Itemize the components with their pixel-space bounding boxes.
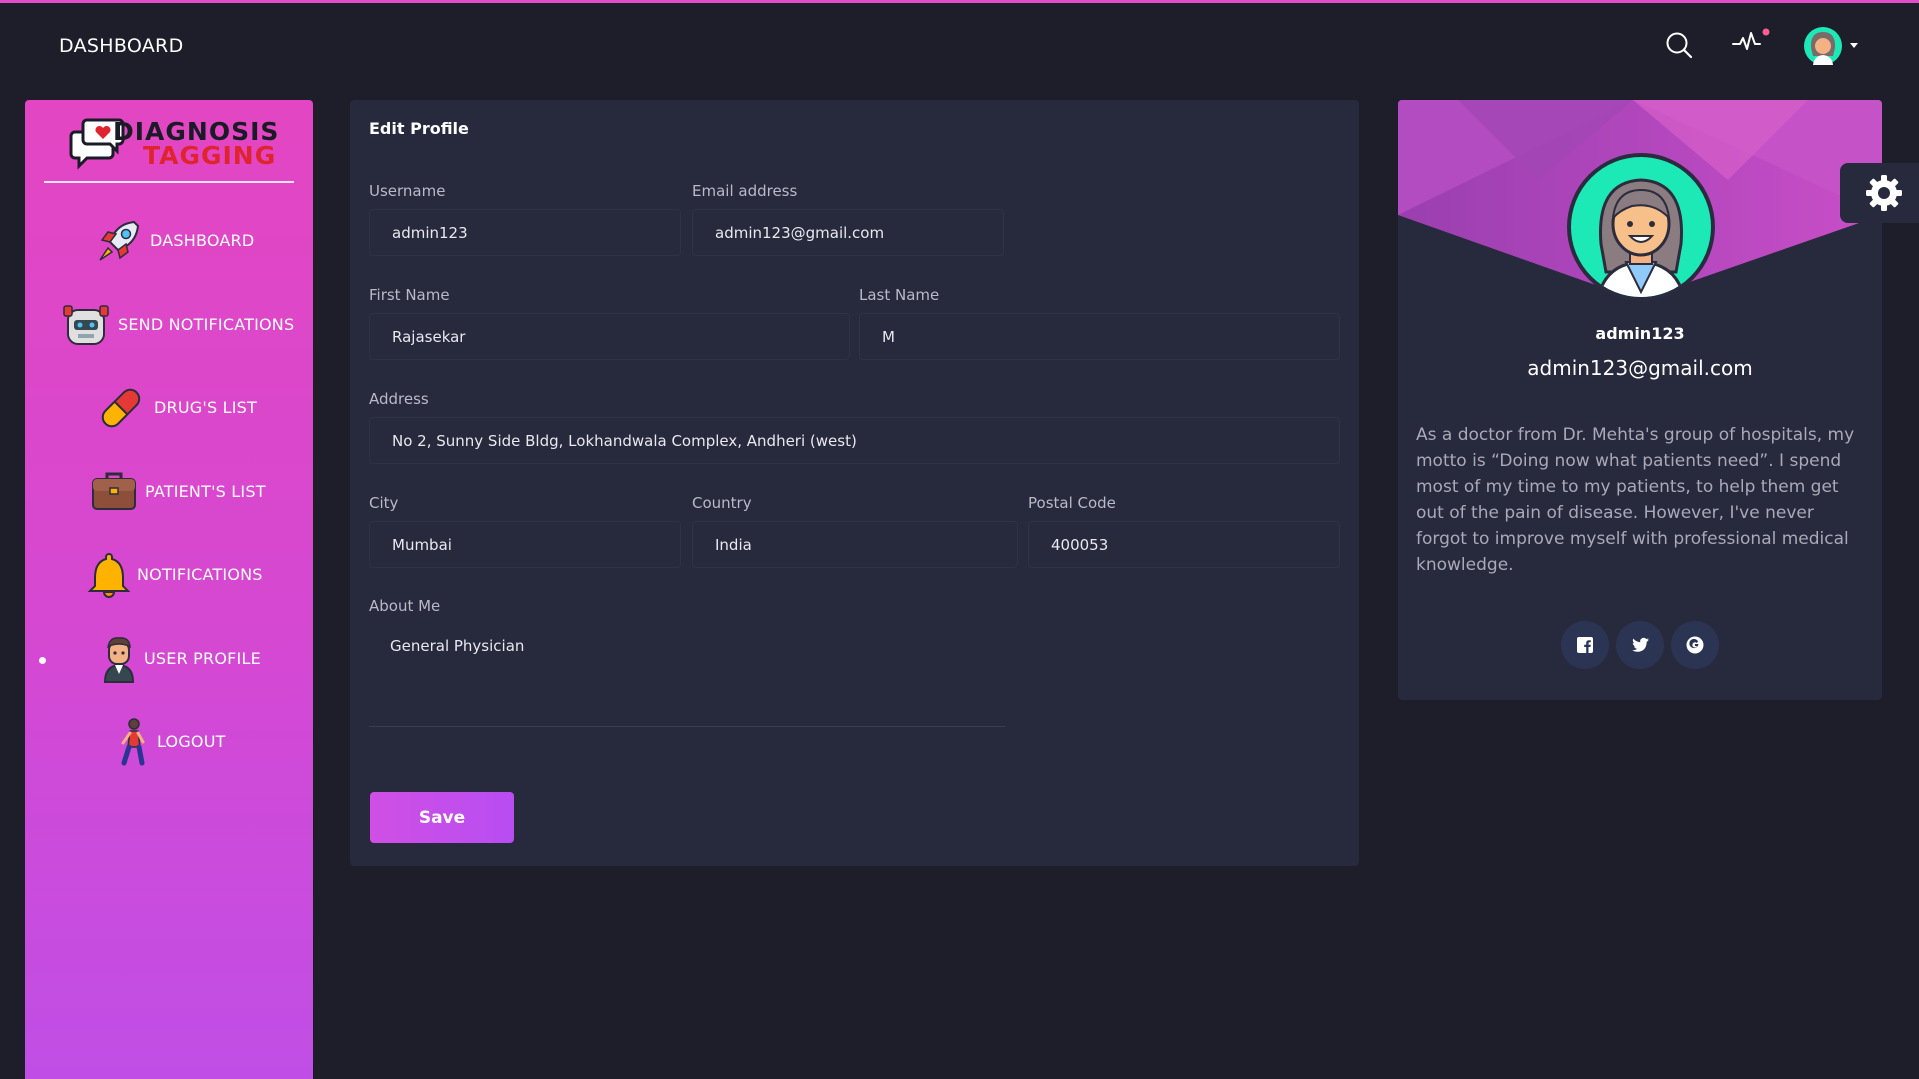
- sidebar-item-label: LOGOUT: [157, 732, 226, 751]
- city-label: City: [369, 494, 399, 512]
- pill-icon: [101, 388, 141, 428]
- sidebar-item-label: DASHBOARD: [150, 231, 255, 250]
- robot-icon: [63, 305, 109, 345]
- sidebar-item-send-notifications[interactable]: SEND NOTIFICATIONS: [25, 295, 313, 355]
- sidebar-item-label: PATIENT'S LIST: [145, 482, 266, 501]
- user-profile-card: admin123 admin123@gmail.com As a doctor …: [1398, 100, 1882, 700]
- facebook-button[interactable]: [1561, 621, 1609, 669]
- username-label: Username: [369, 182, 446, 200]
- user-menu[interactable]: [1803, 26, 1859, 66]
- search-icon[interactable]: [1664, 30, 1694, 60]
- top-navbar: DASHBOARD: [0, 3, 1919, 89]
- last-name-label: Last Name: [859, 286, 940, 304]
- country-label: Country: [692, 494, 752, 512]
- rocket-icon: [99, 220, 140, 261]
- sidebar: DIAGNOSIS TAGGING DASHBOARD SEND NOTIFIC…: [25, 100, 313, 1079]
- sidebar-item-logout[interactable]: LOGOUT: [25, 712, 313, 772]
- sidebar-item-drugs-list[interactable]: DRUG'S LIST: [25, 378, 313, 438]
- facebook-icon: [1577, 637, 1593, 653]
- chevron-down-icon: [1850, 43, 1858, 48]
- profile-email: admin123@gmail.com: [1527, 356, 1753, 380]
- postal-code-field[interactable]: [1028, 521, 1340, 568]
- settings-toggle[interactable]: [1840, 163, 1919, 223]
- sidebar-item-label: DRUG'S LIST: [154, 398, 257, 417]
- country-field[interactable]: [692, 521, 1018, 568]
- sidebar-item-notifications[interactable]: NOTIFICATIONS: [25, 545, 313, 605]
- active-indicator: [39, 657, 46, 664]
- sidebar-item-label: SEND NOTIFICATIONS: [118, 315, 295, 334]
- edit-profile-title: Edit Profile: [369, 119, 469, 138]
- sidebar-item-user-profile[interactable]: USER PROFILE: [25, 629, 313, 689]
- address-label: Address: [369, 390, 429, 408]
- gear-icon: [1866, 175, 1902, 211]
- address-field[interactable]: [369, 417, 1340, 464]
- user-avatar-icon: [1804, 27, 1858, 65]
- logo-text: DIAGNOSIS TAGGING: [113, 119, 279, 170]
- email-field[interactable]: [692, 209, 1004, 256]
- app-logo[interactable]: DIAGNOSIS TAGGING: [69, 114, 279, 176]
- logo-line-2: TAGGING: [143, 141, 277, 170]
- profile-description: As a doctor from Dr. Mehta's group of ho…: [1416, 425, 1855, 575]
- email-label: Email address: [692, 182, 798, 200]
- briefcase-icon: [92, 472, 136, 510]
- profile-avatar: [1567, 153, 1715, 301]
- twitter-icon: [1632, 637, 1649, 652]
- activity-pulse-icon[interactable]: [1731, 27, 1771, 57]
- first-name-field[interactable]: [369, 313, 850, 360]
- walking-person-icon: [121, 718, 145, 766]
- postal-code-label: Postal Code: [1028, 494, 1116, 512]
- google-button[interactable]: [1671, 621, 1719, 669]
- sidebar-item-label: USER PROFILE: [144, 649, 261, 668]
- save-button[interactable]: Save: [370, 792, 514, 843]
- notification-dot: [1762, 28, 1770, 36]
- user-icon: [103, 637, 135, 683]
- profile-username: admin123: [1595, 324, 1685, 343]
- navbar-brand[interactable]: DASHBOARD: [59, 35, 184, 57]
- twitter-button[interactable]: [1616, 621, 1664, 669]
- last-name-field[interactable]: [859, 313, 1340, 360]
- username-field[interactable]: [369, 209, 681, 256]
- sidebar-item-label: NOTIFICATIONS: [137, 565, 263, 584]
- sidebar-item-dashboard[interactable]: DASHBOARD: [25, 211, 313, 271]
- sidebar-item-patients-list[interactable]: PATIENT'S LIST: [25, 462, 313, 522]
- google-icon: [1686, 636, 1704, 654]
- bell-icon: [87, 552, 131, 598]
- about-me-label: About Me: [369, 597, 441, 615]
- first-name-label: First Name: [369, 286, 450, 304]
- sidebar-divider: [44, 181, 294, 183]
- edit-profile-card: Edit Profile Username Email address Firs…: [350, 100, 1359, 866]
- about-me-field[interactable]: General Physician: [369, 617, 1005, 727]
- city-field[interactable]: [369, 521, 681, 568]
